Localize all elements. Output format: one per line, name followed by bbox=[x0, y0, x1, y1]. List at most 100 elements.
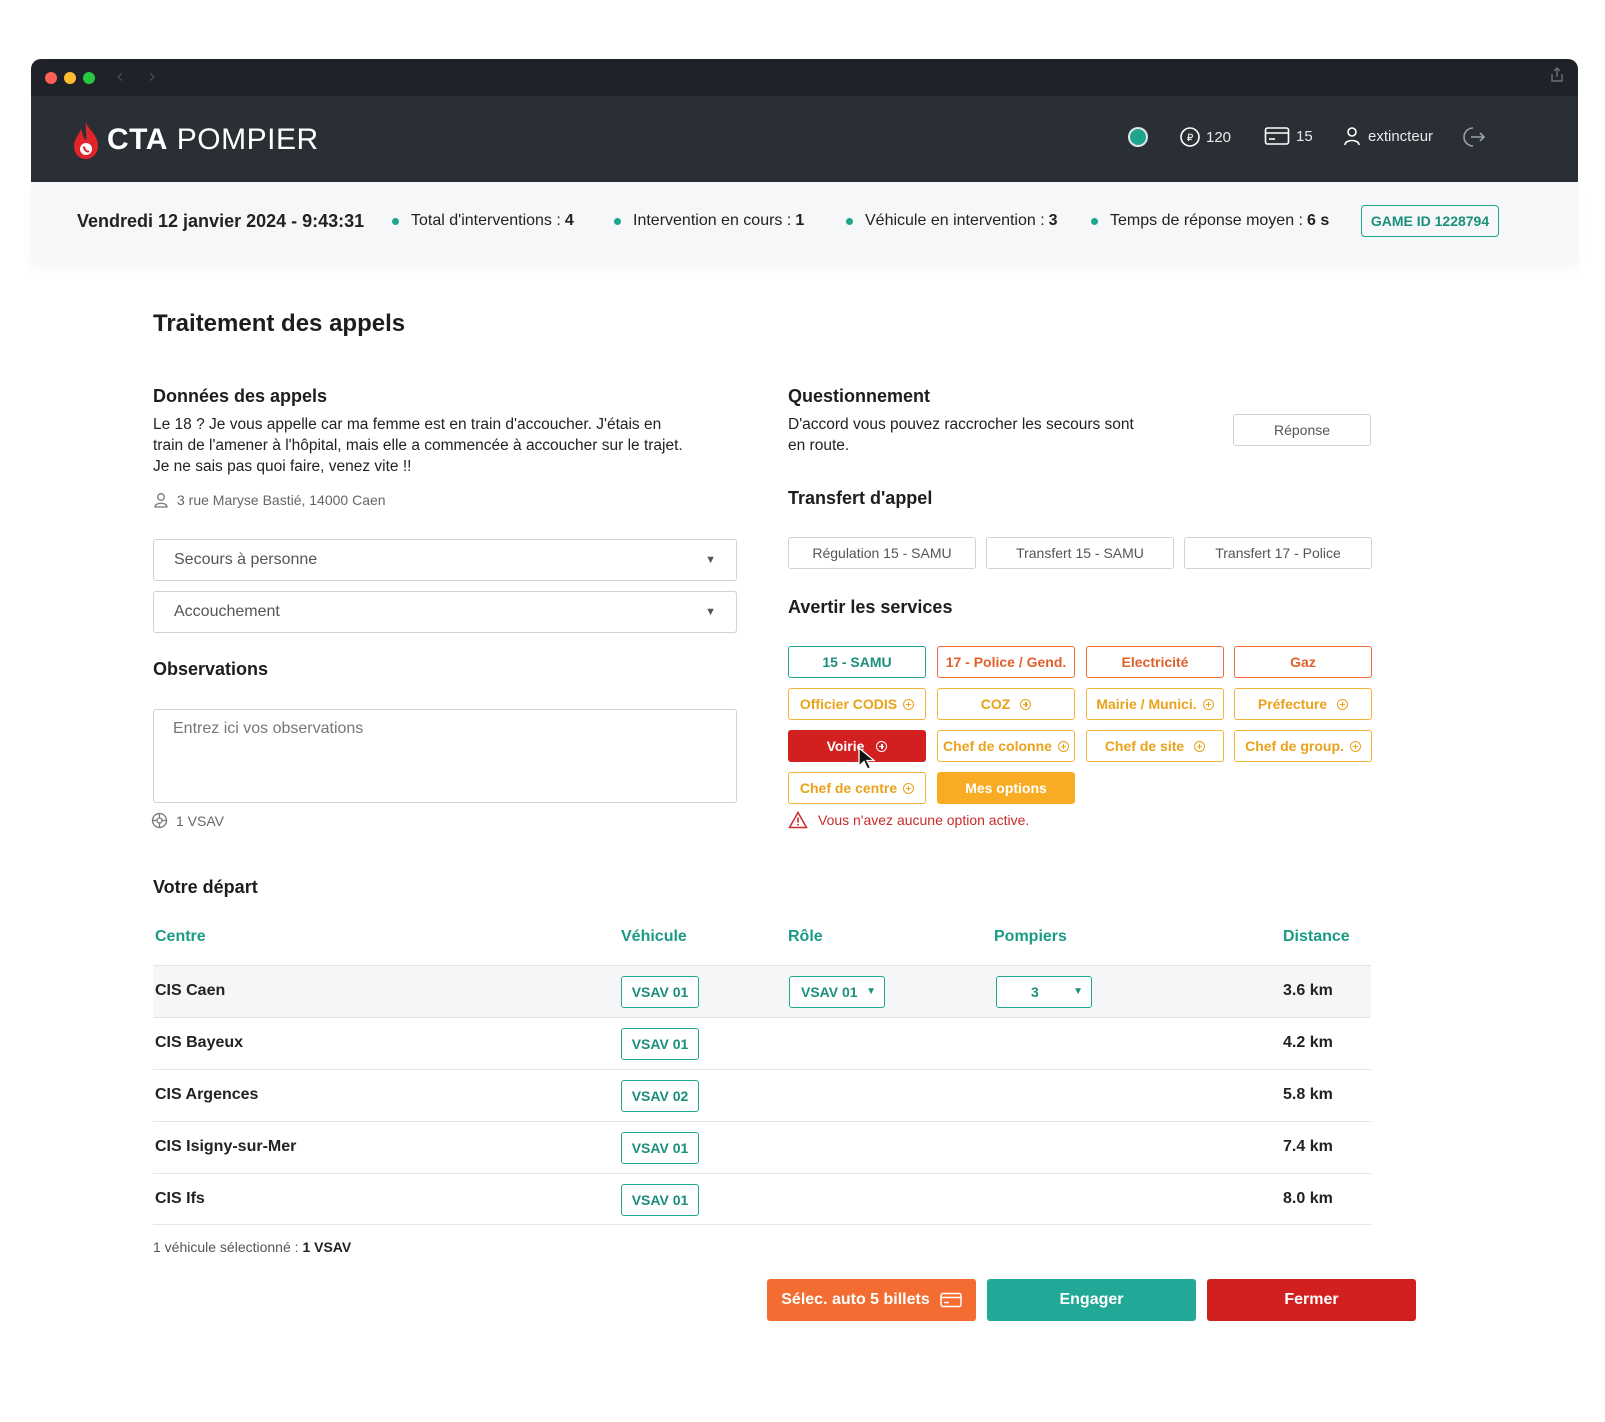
vehicles-in-intervention-label: Véhicule en intervention : bbox=[865, 212, 1045, 229]
service-chef-site-button[interactable]: Chef de site bbox=[1086, 730, 1224, 762]
role-select[interactable]: VSAV 01 ▼ bbox=[789, 976, 885, 1008]
service-chef-colonne-button[interactable]: Chef de colonne bbox=[937, 730, 1075, 762]
response-button[interactable]: Réponse bbox=[1233, 414, 1371, 446]
brand-logo[interactable]: CTA POMPIER bbox=[71, 118, 319, 162]
column-header-role: Rôle bbox=[788, 928, 823, 945]
close-button[interactable]: Fermer bbox=[1207, 1279, 1416, 1321]
table-row[interactable]: CIS Bayeux VSAV 01 4.2 km bbox=[153, 1017, 1371, 1069]
service-label: Chef de colonne bbox=[943, 738, 1052, 754]
bullet bbox=[392, 217, 399, 225]
bullet bbox=[846, 217, 853, 225]
table-row[interactable]: CIS Argences VSAV 02 5.8 km bbox=[153, 1069, 1371, 1121]
selected-vehicles-note: 1 véhicule sélectionné : 1 VSAV bbox=[153, 1239, 351, 1255]
transfer-17-police-button[interactable]: Transfert 17 - Police bbox=[1184, 537, 1372, 569]
forward-arrow-icon[interactable]: › bbox=[149, 66, 155, 87]
vehicle-chip[interactable]: VSAV 01 bbox=[621, 976, 699, 1008]
minimize-window-button[interactable] bbox=[64, 72, 76, 84]
vehicle-count-text: 1 VSAV bbox=[176, 812, 224, 829]
centre-cell: CIS Ifs bbox=[155, 1190, 205, 1207]
service-coz-button[interactable]: COZ bbox=[937, 688, 1075, 720]
my-options-button[interactable]: Mes options bbox=[937, 772, 1075, 804]
ticket-icon bbox=[940, 1292, 962, 1308]
call-address-text: 3 rue Maryse Bastié, 14000 Caen bbox=[177, 492, 386, 508]
bullet bbox=[614, 217, 621, 225]
online-status-indicator bbox=[1128, 127, 1148, 147]
warning-icon bbox=[788, 811, 808, 829]
service-gaz-button[interactable]: Gaz bbox=[1234, 646, 1372, 678]
auto-select-button[interactable]: Sélec. auto 5 billets bbox=[767, 1279, 976, 1321]
vehicle-chip[interactable]: VSAV 01 bbox=[621, 1028, 699, 1060]
service-label: Mairie / Munici. bbox=[1096, 696, 1197, 712]
firefighters-select[interactable]: 3 ▼ bbox=[996, 976, 1092, 1008]
average-response-stat: Temps de réponse moyen : 6 s bbox=[1091, 212, 1329, 230]
add-circle-icon bbox=[876, 740, 888, 752]
engage-button[interactable]: Engager bbox=[987, 1279, 1196, 1321]
vehicles-in-intervention-stat: Véhicule en intervention : 3 bbox=[846, 212, 1058, 230]
close-window-button[interactable] bbox=[45, 72, 57, 84]
role-value: VSAV 01 bbox=[801, 984, 858, 1000]
vehicle-chip[interactable]: VSAV 01 bbox=[621, 1132, 699, 1164]
coins-value: 120 bbox=[1206, 128, 1232, 146]
maximize-window-button[interactable] bbox=[83, 72, 95, 84]
centre-cell: CIS Isigny-sur-Mer bbox=[155, 1138, 297, 1155]
transfer-15-samu-button[interactable]: Transfert 15 - SAMU bbox=[986, 537, 1174, 569]
service-chef-groupe-button[interactable]: Chef de group. bbox=[1234, 730, 1372, 762]
column-header-centre: Centre bbox=[155, 928, 206, 945]
person-pin-icon bbox=[154, 493, 168, 508]
add-circle-icon bbox=[1194, 740, 1206, 752]
column-header-firefighters: Pompiers bbox=[994, 928, 1067, 945]
add-circle-icon bbox=[1020, 698, 1032, 710]
back-arrow-icon[interactable]: ‹ bbox=[117, 66, 123, 87]
coins-counter: ₽ 120 bbox=[1179, 126, 1231, 148]
card-icon bbox=[1264, 127, 1290, 145]
user-menu[interactable]: extincteur bbox=[1342, 126, 1433, 146]
service-samu-button[interactable]: 15 - SAMU bbox=[788, 646, 926, 678]
subcategory-select[interactable]: Accouchement ▼ bbox=[153, 591, 737, 633]
bullet bbox=[1091, 217, 1098, 225]
service-electricite-button[interactable]: Electricité bbox=[1086, 646, 1224, 678]
app-header: CTA POMPIER ₽ 120 15 extincteur bbox=[31, 96, 1578, 182]
cards-value: 15 bbox=[1296, 127, 1313, 145]
share-icon[interactable] bbox=[1550, 67, 1564, 83]
chevron-down-icon: ▼ bbox=[1073, 986, 1083, 997]
category-select[interactable]: Secours à personne ▼ bbox=[153, 539, 737, 581]
service-label: Préfecture bbox=[1257, 696, 1328, 712]
distance-cell: 3.6 km bbox=[1283, 982, 1333, 999]
add-circle-icon bbox=[1202, 698, 1214, 710]
page-title: Traitement des appels bbox=[153, 310, 406, 337]
service-mairie-button[interactable]: Mairie / Munici. bbox=[1086, 688, 1224, 720]
questioning-heading: Questionnement bbox=[788, 386, 931, 406]
table-row[interactable]: CIS Ifs VSAV 01 8.0 km bbox=[153, 1173, 1371, 1225]
services-heading: Avertir les services bbox=[788, 597, 953, 617]
observations-heading: Observations bbox=[153, 659, 269, 679]
call-address: 3 rue Maryse Bastié, 14000 Caen bbox=[153, 492, 386, 508]
centre-cell: CIS Caen bbox=[155, 982, 226, 999]
vehicle-chip[interactable]: VSAV 02 bbox=[621, 1080, 699, 1112]
service-officier-codis-button[interactable]: Officier CODIS bbox=[788, 688, 926, 720]
column-header-distance: Distance bbox=[1283, 928, 1350, 945]
transfer-regulation-15-button[interactable]: Régulation 15 - SAMU bbox=[788, 537, 976, 569]
cards-counter: 15 bbox=[1264, 126, 1313, 146]
service-police-button[interactable]: 17 - Police / Gend. bbox=[937, 646, 1075, 678]
username: extincteur bbox=[1368, 127, 1434, 145]
average-response-value: 6 s bbox=[1307, 212, 1330, 229]
chevron-down-icon: ▼ bbox=[705, 606, 716, 618]
chevron-down-icon: ▼ bbox=[705, 554, 716, 566]
service-prefecture-button[interactable]: Préfecture bbox=[1234, 688, 1372, 720]
table-row[interactable]: CIS Caen VSAV 01 VSAV 01 ▼ 3 ▼ 3.6 km bbox=[153, 965, 1371, 1017]
vehicle-count: 1 VSAV bbox=[151, 812, 224, 829]
flame-icon bbox=[74, 122, 98, 159]
distance-cell: 7.4 km bbox=[1283, 1138, 1333, 1155]
vehicle-chip[interactable]: VSAV 01 bbox=[621, 1184, 699, 1216]
observations-textarea[interactable]: Entrez ici vos observations bbox=[153, 709, 737, 803]
logout-icon[interactable] bbox=[1462, 126, 1486, 148]
table-row[interactable]: CIS Isigny-sur-Mer VSAV 01 7.4 km bbox=[153, 1121, 1371, 1173]
centre-cell: CIS Bayeux bbox=[155, 1034, 244, 1051]
service-chef-centre-button[interactable]: Chef de centre bbox=[788, 772, 926, 804]
add-circle-icon bbox=[1349, 740, 1361, 752]
total-interventions-stat: Total d'interventions : 4 bbox=[392, 212, 574, 230]
current-interventions-stat: Intervention en cours : 1 bbox=[614, 212, 804, 230]
selected-vehicles-label: 1 véhicule sélectionné : bbox=[153, 1239, 299, 1255]
total-interventions-label: Total d'interventions : bbox=[411, 212, 561, 229]
app-window: ‹ › CTA POMPIER ₽ 120 15 extincteur Vend… bbox=[31, 59, 1578, 1359]
